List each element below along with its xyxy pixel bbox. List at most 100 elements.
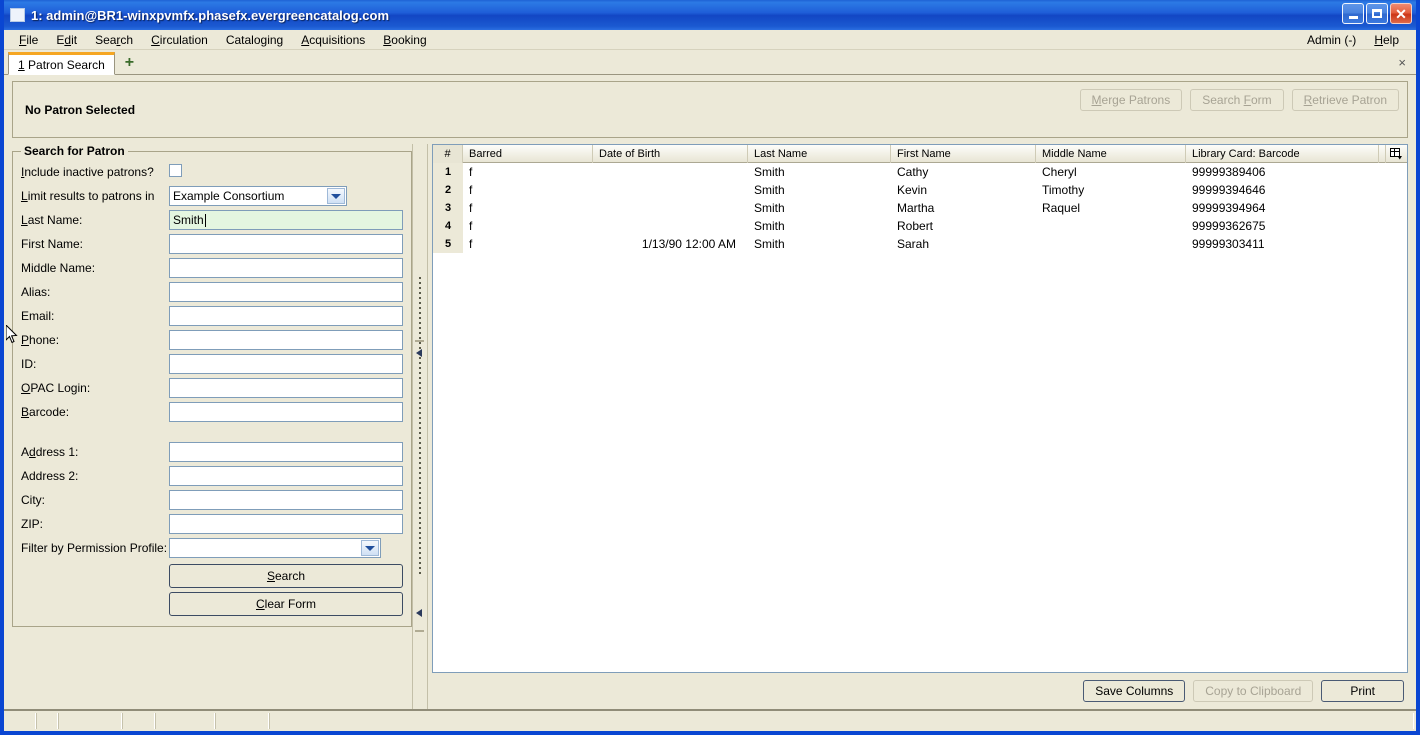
cell-number: 2 <box>433 181 463 199</box>
tab-patron-search[interactable]: 1 Patron Search <box>8 52 115 75</box>
alias-label: Alias: <box>21 285 51 299</box>
cell-middle-name <box>1036 235 1186 253</box>
last-name-value: Smith <box>173 213 204 227</box>
form-row-city: City: <box>21 488 403 512</box>
menu-acquisitions[interactable]: Acquisitions <box>292 31 374 49</box>
email-label: Email: <box>21 309 55 323</box>
cell-last-name: Smith <box>754 183 785 197</box>
pane-splitter[interactable] <box>412 144 428 709</box>
column-header-last-name[interactable]: Last Name <box>748 145 891 163</box>
cell-number: 1 <box>433 163 463 181</box>
table-row[interactable]: 5 f 1/13/90 12:00 AM Smith Sarah 9999930… <box>433 235 1407 253</box>
form-row-zip: ZIP: <box>21 512 403 536</box>
retrieve-patron-button[interactable]: Retrieve Patron <box>1291 89 1399 111</box>
column-header-date-of-birth[interactable]: Date of Birth <box>593 145 748 163</box>
table-row[interactable]: 4 f Smith Robert 99999362675 <box>433 217 1407 235</box>
maximize-button[interactable] <box>1366 3 1388 24</box>
merge-patrons-button[interactable]: Merge Patrons <box>1079 89 1183 111</box>
cell-middle-name <box>1036 217 1186 235</box>
column-header-barred[interactable]: Barred <box>463 145 593 163</box>
permission-profile-select[interactable] <box>169 538 381 558</box>
close-tab-icon[interactable]: × <box>1398 55 1406 70</box>
menu-bar-right: Admin (-) Help <box>1298 31 1408 49</box>
menu-admin[interactable]: Admin (-) <box>1298 31 1365 49</box>
menu-search[interactable]: Search <box>86 31 142 49</box>
barcode-input[interactable] <box>169 402 403 422</box>
email-input[interactable] <box>169 306 403 326</box>
results-grid-body[interactable]: 1 f Smith Cathy Cheryl 99999389406 2 f S… <box>433 163 1407 672</box>
first-name-input[interactable] <box>169 234 403 254</box>
menu-file[interactable]: File <box>10 31 47 49</box>
id-input[interactable] <box>169 354 403 374</box>
results-pane: # Barred Date of Birth Last Name First N… <box>428 144 1408 709</box>
form-row-include-inactive: Include inactive patrons? <box>21 160 403 184</box>
cell-number: 4 <box>433 217 463 235</box>
table-row[interactable]: 3 f Smith Martha Raquel 99999394964 <box>433 199 1407 217</box>
menu-help[interactable]: Help <box>1365 31 1408 49</box>
form-row-first-name: First Name: <box>21 232 403 256</box>
include-inactive-checkbox[interactable] <box>169 164 182 177</box>
form-row-search-button: Search <box>21 560 403 588</box>
new-tab-button[interactable]: + <box>121 55 138 71</box>
save-columns-button[interactable]: Save Columns <box>1083 680 1186 702</box>
status-panel <box>269 713 1414 729</box>
print-button[interactable]: Print <box>1321 680 1404 702</box>
search-form-button[interactable]: Search Form <box>1190 89 1284 111</box>
window-title: 1: admin@BR1-winxpvmfx.phasefx.evergreen… <box>31 7 390 23</box>
last-name-input[interactable]: Smith <box>169 210 403 230</box>
cell-last-name: Smith <box>754 237 785 251</box>
collapse-right-arrow-icon[interactable] <box>416 609 422 617</box>
menu-edit[interactable]: Edit <box>47 31 86 49</box>
id-label: ID: <box>21 357 37 371</box>
cell-middle-name: Timothy <box>1042 183 1085 197</box>
phone-input[interactable] <box>169 330 403 350</box>
menu-booking[interactable]: Booking <box>374 31 435 49</box>
table-row[interactable]: 1 f Smith Cathy Cheryl 99999389406 <box>433 163 1407 181</box>
tab-bar: 1 Patron Search + × <box>4 50 1416 75</box>
city-input[interactable] <box>169 490 403 510</box>
zip-input[interactable] <box>169 514 403 534</box>
copy-to-clipboard-button[interactable]: Copy to Clipboard <box>1193 680 1314 702</box>
address2-label: Address 2: <box>21 469 79 483</box>
column-header-first-name[interactable]: First Name <box>891 145 1036 163</box>
column-picker-icon[interactable] <box>1385 145 1407 163</box>
search-button[interactable]: Search <box>169 563 403 588</box>
menu-circulation[interactable]: Circulation <box>142 31 217 49</box>
column-header-middle-name[interactable]: Middle Name <box>1036 145 1186 163</box>
table-row[interactable]: 2 f Smith Kevin Timothy 99999394646 <box>433 181 1407 199</box>
cell-barred: f <box>469 165 473 179</box>
cell-barred: f <box>469 237 473 251</box>
cell-first-name: Cathy <box>897 165 929 179</box>
middle-name-label: Middle Name: <box>21 261 96 275</box>
menu-cataloging[interactable]: Cataloging <box>217 31 292 49</box>
search-form-table: Include inactive patrons? Limit results … <box>21 160 403 616</box>
form-row-permission-profile: Filter by Permission Profile: <box>21 536 403 560</box>
limit-results-select[interactable]: Example Consortium <box>169 186 347 206</box>
first-name-label: First Name: <box>21 237 84 251</box>
opac-login-input[interactable] <box>169 378 403 398</box>
patron-status-label: No Patron Selected <box>25 102 136 117</box>
alias-input[interactable] <box>169 282 403 302</box>
middle-name-input[interactable] <box>169 258 403 278</box>
maximize-icon <box>1372 9 1382 18</box>
column-header-number[interactable]: # <box>433 145 463 163</box>
status-panel <box>36 713 58 729</box>
clear-form-button[interactable]: Clear Form <box>169 591 403 616</box>
cell-barcode: 99999303411 <box>1192 237 1265 251</box>
form-row-middle-name: Middle Name: <box>21 256 403 280</box>
collapse-left-arrow-icon[interactable] <box>416 349 422 357</box>
column-header-library-card-barcode[interactable]: Library Card: Barcode <box>1186 145 1379 163</box>
address2-input[interactable] <box>169 466 403 486</box>
close-button[interactable]: ✕ <box>1390 3 1412 24</box>
cell-middle-name: Raquel <box>1042 201 1081 215</box>
chevron-down-icon <box>327 188 345 204</box>
cell-barred: f <box>469 201 473 215</box>
form-spacer <box>21 424 403 440</box>
status-panel <box>215 713 269 729</box>
minimize-button[interactable] <box>1342 3 1364 24</box>
address1-input[interactable] <box>169 442 403 462</box>
cell-date-of-birth <box>593 217 748 235</box>
form-row-limit-results: Limit results to patrons in Example Cons… <box>21 184 403 208</box>
city-label: City: <box>21 493 45 507</box>
search-for-patron-group: Search for Patron Include inactive patro… <box>12 144 412 627</box>
